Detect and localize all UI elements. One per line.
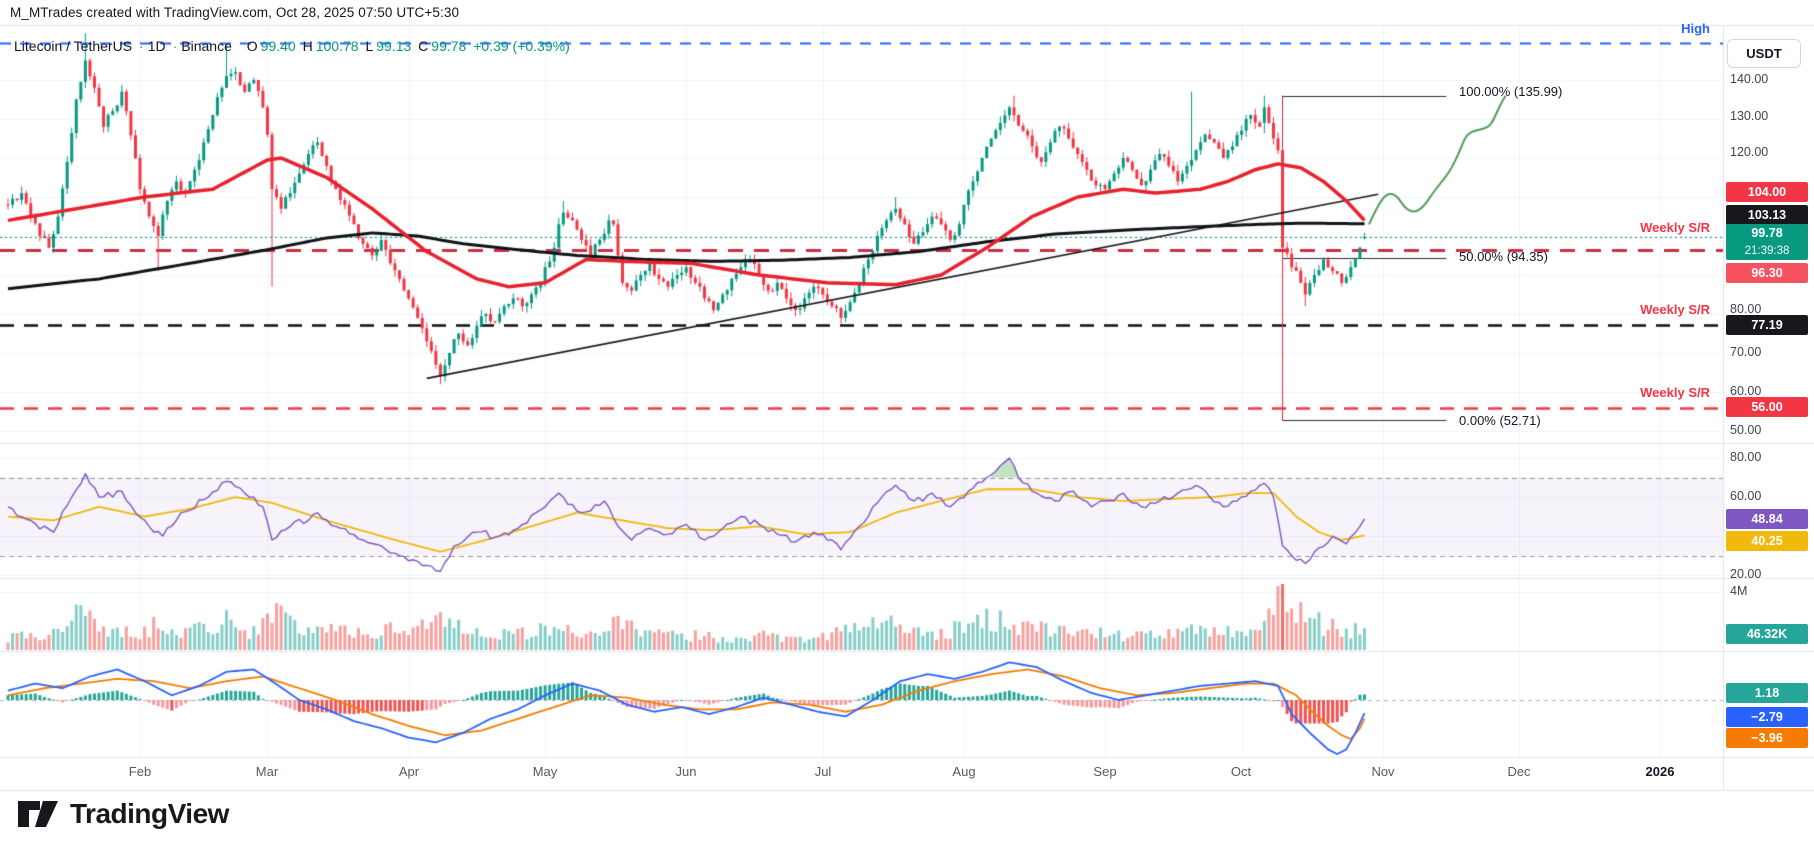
rsi-tick-label: 20.00 <box>1730 567 1762 581</box>
rsi-value-badge: 48.84 <box>1726 509 1808 529</box>
fib-50-label[interactable]: 50.00% (94.35) <box>1459 249 1548 264</box>
level-badge-7719: 77.19 <box>1726 315 1808 335</box>
time-tick-label: Feb <box>128 764 152 779</box>
price-tick-label: 130.00 <box>1730 109 1769 123</box>
time-tick-label: May <box>532 764 558 779</box>
tradingview-logo-icon <box>18 801 58 827</box>
time-tick-label-year: 2026 <box>1645 764 1675 779</box>
weekly-sr-label[interactable]: Weekly S/R <box>1600 220 1710 235</box>
price-tick-label: 140.00 <box>1730 72 1769 86</box>
tradingview-logo-text: TradingView <box>70 798 229 829</box>
credit-line: M_MTrades created with TradingView.com, … <box>10 5 460 20</box>
close-letter: C <box>418 38 429 54</box>
price-tick-label: 120.00 <box>1730 145 1769 159</box>
weekly-sr-label[interactable]: Weekly S/R <box>1600 385 1710 400</box>
level-badge-9630: 96.30 <box>1726 263 1808 283</box>
symbol-legend[interactable]: Litecoin / TetherUS · 1D · Binance O 99.40 H1… <box>14 38 573 54</box>
last-price-badge: 99.78 21:39:38 <box>1726 224 1808 260</box>
rsi-tick-label: 60.00 <box>1730 489 1762 503</box>
time-tick-label: Mar <box>255 764 279 779</box>
time-tick-label: Jun <box>675 764 697 779</box>
open-letter: O <box>246 38 258 54</box>
time-tick-label: Sep <box>1093 764 1117 779</box>
tradingview-logo[interactable]: TradingView <box>16 797 229 831</box>
time-tick-label: Oct <box>1230 764 1252 779</box>
weekly-sr-label[interactable]: Weekly S/R <box>1600 302 1710 317</box>
symbol-name: Litecoin / TetherUS <box>14 38 133 54</box>
rsi-ma-value-badge: 40.25 <box>1726 531 1808 551</box>
time-tick-label: Apr <box>398 764 420 779</box>
currency-toggle-button[interactable]: USDT <box>1727 39 1801 68</box>
time-tick-label: Dec <box>1507 764 1531 779</box>
price-tick-label: 70.00 <box>1730 345 1762 359</box>
open-value: 99.40 <box>260 38 296 54</box>
volume-value-badge: 46.32K <box>1726 624 1808 644</box>
volume-tick-label: 4M <box>1730 584 1748 598</box>
price-tick-label: 60.00 <box>1730 384 1762 398</box>
high-value: 100.78 <box>315 38 359 54</box>
macd-signal-badge: −3.96 <box>1726 728 1808 748</box>
high-letter: H <box>302 38 313 54</box>
fib-0-label[interactable]: 0.00% (52.71) <box>1459 413 1541 428</box>
low-value: 99.13 <box>376 38 412 54</box>
time-tick-label: Nov <box>1371 764 1395 779</box>
timeframe-label: 1D <box>147 38 166 54</box>
macd-line-badge: −2.79 <box>1726 707 1808 727</box>
black-ma-badge: 103.13 <box>1726 205 1808 225</box>
level-badge-104: 104.00 <box>1726 182 1808 202</box>
high-line-label: High <box>1681 21 1710 36</box>
price-tick-label: 80.00 <box>1730 302 1762 316</box>
level-badge-5600: 56.00 <box>1726 397 1808 417</box>
macd-hist-badge: 1.18 <box>1726 683 1808 703</box>
price-chart-canvas[interactable] <box>0 0 1814 795</box>
change-value: +0.39 (+0.39%) <box>473 38 570 54</box>
legend-separator: · <box>139 38 144 54</box>
low-letter: L <box>365 38 374 54</box>
rsi-tick-label: 80.00 <box>1730 450 1762 464</box>
fib-100-label[interactable]: 100.00% (135.99) <box>1459 84 1562 99</box>
time-tick-label: Jul <box>814 764 832 779</box>
last-price-value: 99.78 <box>1751 226 1783 240</box>
legend-separator: · <box>172 38 178 54</box>
bar-countdown: 21:39:38 <box>1744 245 1790 257</box>
time-tick-label: Aug <box>952 764 976 779</box>
tradingview-app: M_MTrades created with TradingView.com, … <box>0 0 1814 867</box>
price-tick-label: 50.00 <box>1730 423 1762 437</box>
exchange-label: Binance <box>181 38 232 54</box>
close-value: 99.78 <box>431 38 467 54</box>
